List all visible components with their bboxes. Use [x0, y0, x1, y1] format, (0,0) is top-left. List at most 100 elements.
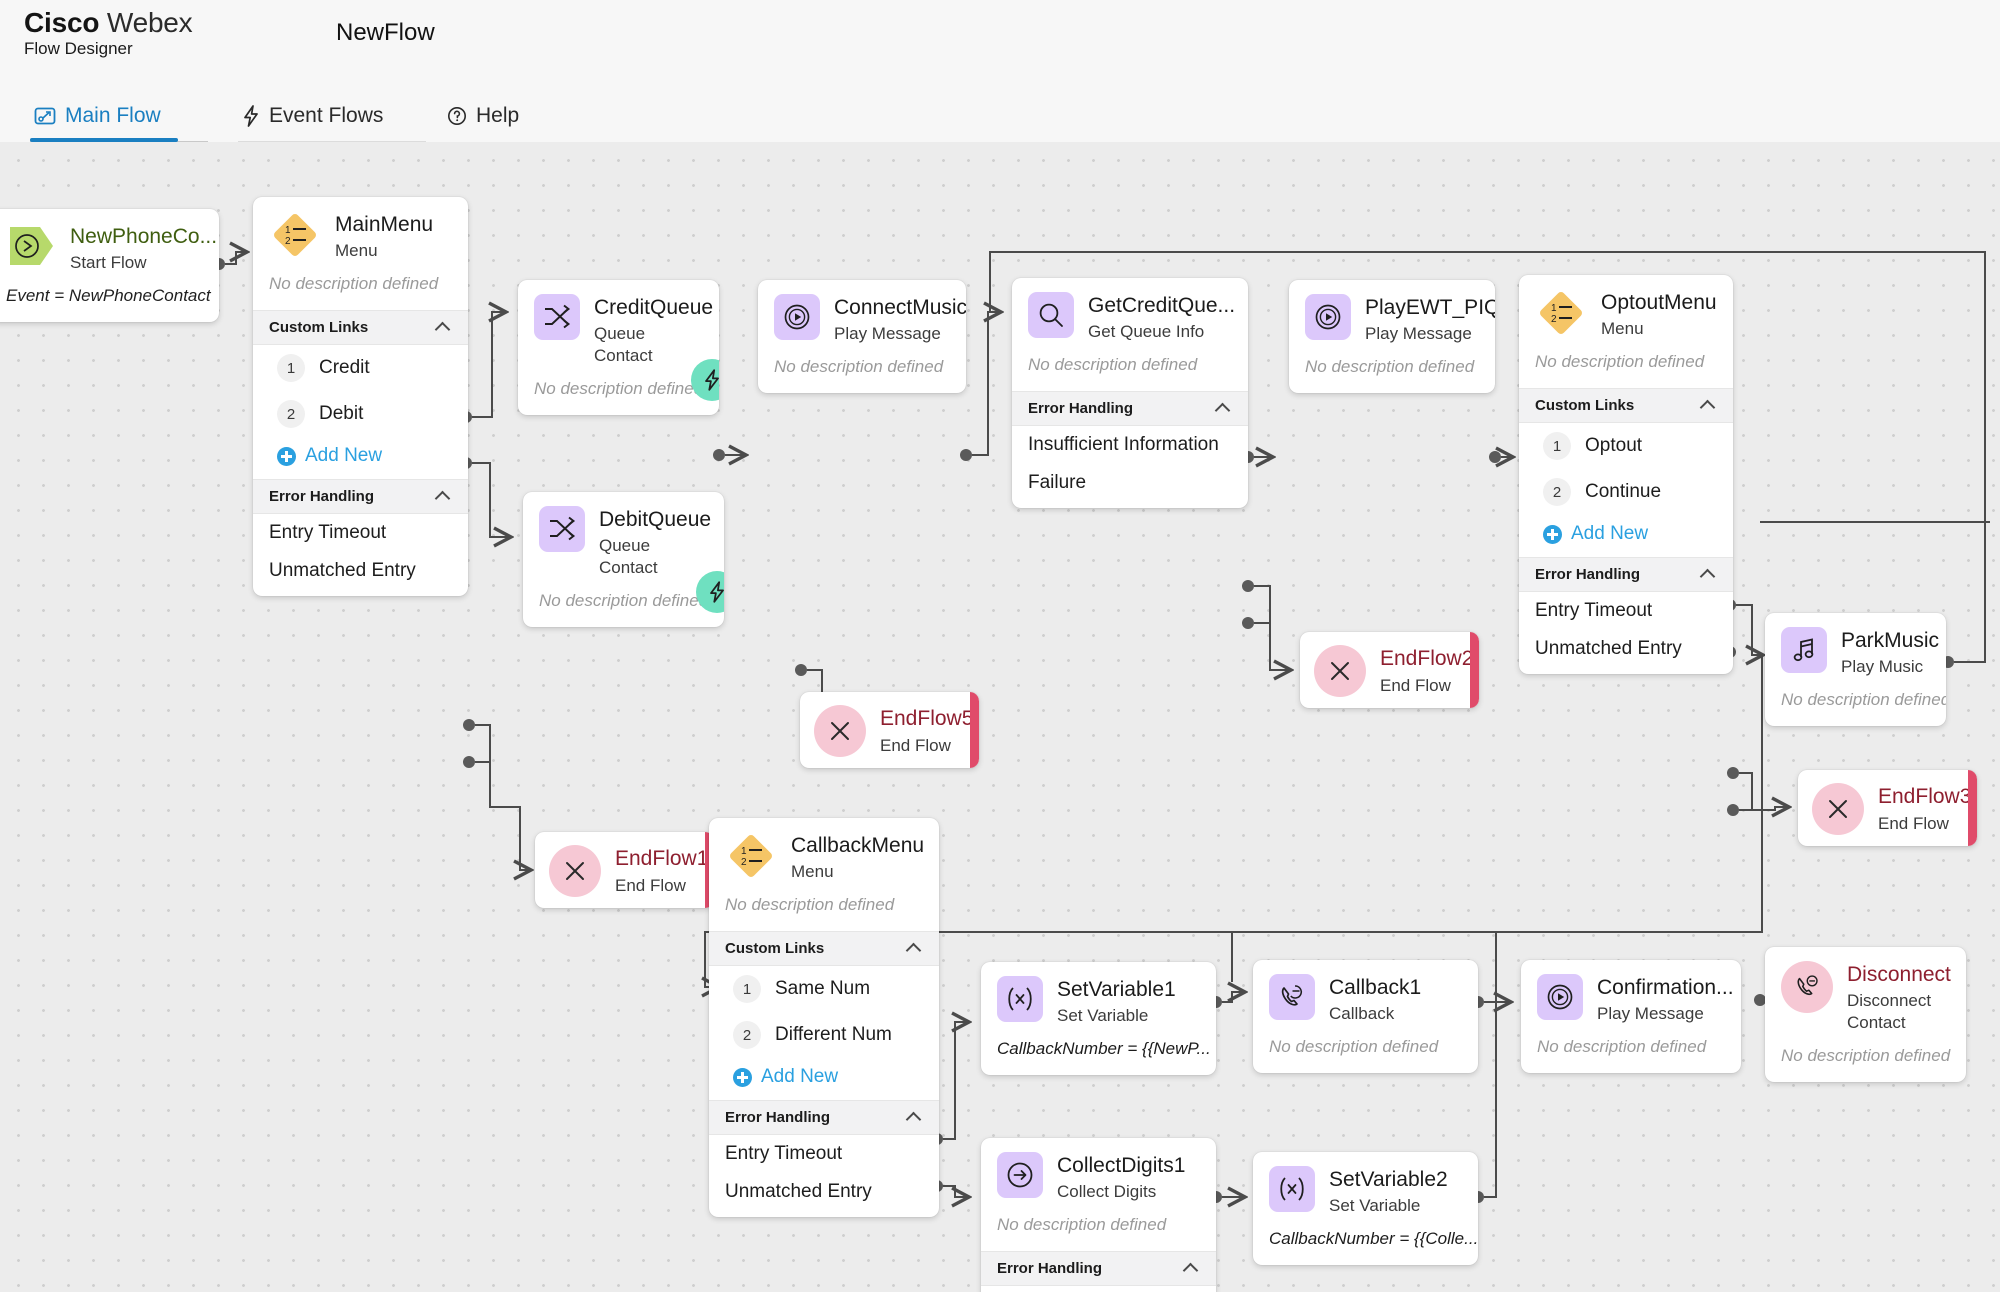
node-title: CreditQueue [594, 296, 714, 319]
node-title: MainMenu [335, 213, 434, 236]
custom-link-label: Different Num [775, 1024, 892, 1046]
node-subtitle: Menu [791, 862, 834, 882]
node-endflow3[interactable]: EndFlow3 End Flow [1798, 770, 1977, 846]
error-handling-header[interactable]: Error Handling [253, 479, 468, 515]
chevron-up-icon [436, 323, 452, 332]
flow-canvas[interactable]: NewPhoneCo... Start Flow Event = NewPhon… [0, 142, 2000, 1292]
node-disconnect[interactable]: Disconnect Disconnect Contact No descrip… [1765, 947, 1966, 1083]
add-new-label: Add New [1571, 523, 1649, 545]
custom-link-row[interactable]: 2 Continue [1519, 469, 1733, 515]
error-row[interactable]: Entry Timeout [253, 514, 468, 552]
node-parkmusic[interactable]: ParkMusic Play Music No description defi… [1765, 613, 1946, 727]
set-variable-icon [997, 976, 1043, 1022]
node-description: CallbackNumber = {{NewP... [997, 1039, 1211, 1059]
custom-links-header[interactable]: Custom Links [253, 310, 468, 346]
error-row[interactable]: Entry Timeout [1519, 592, 1733, 630]
node-subtitle: Collect Digits [1057, 1182, 1157, 1202]
svg-text:1: 1 [285, 225, 291, 236]
node-subtitle: Set Variable [1057, 1006, 1149, 1026]
tab-main-flow-label: Main Flow [65, 104, 161, 127]
node-debitqueue[interactable]: DebitQueue Queue Contact No description … [523, 492, 724, 628]
custom-link-row[interactable]: 1 Optout [1519, 423, 1733, 469]
menu-icon: 1 2 [725, 830, 777, 882]
custom-links-header[interactable]: Custom Links [709, 931, 939, 967]
custom-link-label: Credit [319, 357, 370, 379]
error-handling-header[interactable]: Error Handling [981, 1251, 1216, 1287]
node-connectmusic[interactable]: ConnectMusic Play Message No description… [758, 280, 966, 394]
node-mainmenu[interactable]: 1 2 MainMenu Menu No description defined… [253, 197, 468, 597]
add-new-link-button[interactable]: Add New [709, 1058, 939, 1100]
node-optoutmenu[interactable]: 1 2 OptoutMenu Menu No description defin… [1519, 275, 1733, 675]
svg-text:1: 1 [1551, 303, 1557, 314]
node-getcreditqueue[interactable]: GetCreditQue... Get Queue Info No descri… [1012, 278, 1248, 509]
chevron-up-icon [907, 1113, 923, 1122]
tab-help[interactable]: Help [443, 90, 538, 142]
node-description: No description defined [1781, 1046, 1951, 1066]
plus-icon [1543, 524, 1562, 544]
custom-link-row[interactable]: 1 Same Num [709, 966, 939, 1012]
custom-link-row[interactable]: 2 Different Num [709, 1012, 939, 1058]
node-title: CallbackMenu [791, 834, 925, 857]
custom-link-number: 1 [733, 975, 761, 1004]
node-subtitle: Start Flow [70, 253, 147, 273]
node-title: CollectDigits1 [1057, 1154, 1186, 1177]
node-description: No description defined [725, 895, 895, 915]
tab-bar: Main Flow Event Flows Help [0, 90, 2000, 142]
tab-event-flows[interactable]: Event Flows [238, 90, 393, 142]
error-handling-header[interactable]: Error Handling [1012, 391, 1248, 427]
custom-link-label: Optout [1585, 435, 1643, 457]
play-music-icon [1781, 627, 1827, 673]
node-title: EndFlow1 [615, 847, 709, 871]
node-title: GetCreditQue... [1088, 294, 1236, 317]
error-handling-header[interactable]: Error Handling [709, 1100, 939, 1136]
chevron-up-icon [1216, 404, 1232, 413]
error-row[interactable]: Entry Timeout [709, 1135, 939, 1173]
custom-link-row[interactable]: 2 Debit [253, 391, 468, 437]
menu-icon: 1 2 [1535, 287, 1587, 339]
node-description: No description defined [774, 357, 944, 377]
tab-main-flow[interactable]: Main Flow [30, 90, 178, 142]
error-row[interactable]: Failure [1012, 464, 1248, 508]
error-row[interactable]: Unmatched Entry [253, 552, 468, 596]
custom-link-label: Debit [319, 403, 364, 425]
add-new-label: Add New [305, 445, 383, 467]
node-setvariable2[interactable]: SetVariable2 Set Variable CallbackNumber… [1253, 1152, 1478, 1266]
brand-product: Flow Designer [24, 39, 133, 59]
app-header: Cisco Webex Flow Designer NewFlow [0, 0, 2000, 90]
node-subtitle: End Flow [1380, 675, 1451, 695]
node-subtitle: Queue Contact [599, 536, 658, 578]
node-endflow5[interactable]: EndFlow5 End Flow [800, 692, 979, 768]
node-subtitle: Disconnect Contact [1847, 991, 1932, 1033]
node-playewt-piq[interactable]: PlayEWT_PIQ Play Message No description … [1289, 280, 1495, 394]
chevron-up-icon [1701, 401, 1717, 410]
brand-logo: Cisco Webex Flow Designer [24, 7, 193, 59]
node-creditqueue[interactable]: CreditQueue Queue Contact No description… [518, 280, 719, 416]
node-endflow1[interactable]: EndFlow1 End Flow [535, 832, 714, 908]
node-title: OptoutMenu [1601, 291, 1717, 314]
node-collectdigits1[interactable]: CollectDigits1 Collect Digits No descrip… [981, 1138, 1216, 1292]
error-row[interactable]: Entry Timeout [981, 1286, 1216, 1292]
add-new-link-button[interactable]: Add New [1519, 515, 1733, 557]
node-title: PlayEWT_PIQ [1365, 296, 1495, 319]
end-flow-icon [814, 705, 866, 757]
error-handling-header[interactable]: Error Handling [1519, 557, 1733, 593]
get-queue-info-icon [1028, 292, 1074, 338]
node-endflow2[interactable]: EndFlow2 End Flow [1300, 632, 1479, 708]
node-subtitle: End Flow [615, 875, 686, 895]
node-callback1[interactable]: Callback1 Callback No description define… [1253, 960, 1478, 1074]
brand-webex: Webex [106, 7, 193, 38]
node-subtitle: End Flow [880, 735, 951, 755]
custom-link-row[interactable]: 1 Credit [253, 345, 468, 391]
node-title: ParkMusic [1841, 629, 1940, 652]
error-row[interactable]: Unmatched Entry [1519, 630, 1733, 674]
brand-cisco: Cisco [24, 7, 100, 38]
node-subtitle: Play Message [1597, 1004, 1704, 1024]
error-row[interactable]: Unmatched Entry [709, 1173, 939, 1217]
add-new-link-button[interactable]: Add New [253, 437, 468, 479]
node-start-flow[interactable]: NewPhoneCo... Start Flow Event = NewPhon… [0, 209, 219, 323]
error-row[interactable]: Insufficient Information [1012, 426, 1248, 464]
node-setvariable1[interactable]: SetVariable1 Set Variable CallbackNumber… [981, 962, 1216, 1076]
node-confirmation[interactable]: Confirmation... Play Message No descript… [1521, 960, 1741, 1074]
node-callbackmenu[interactable]: 1 2 CallbackMenu Menu No description def… [709, 818, 939, 1218]
custom-links-header[interactable]: Custom Links [1519, 388, 1733, 424]
